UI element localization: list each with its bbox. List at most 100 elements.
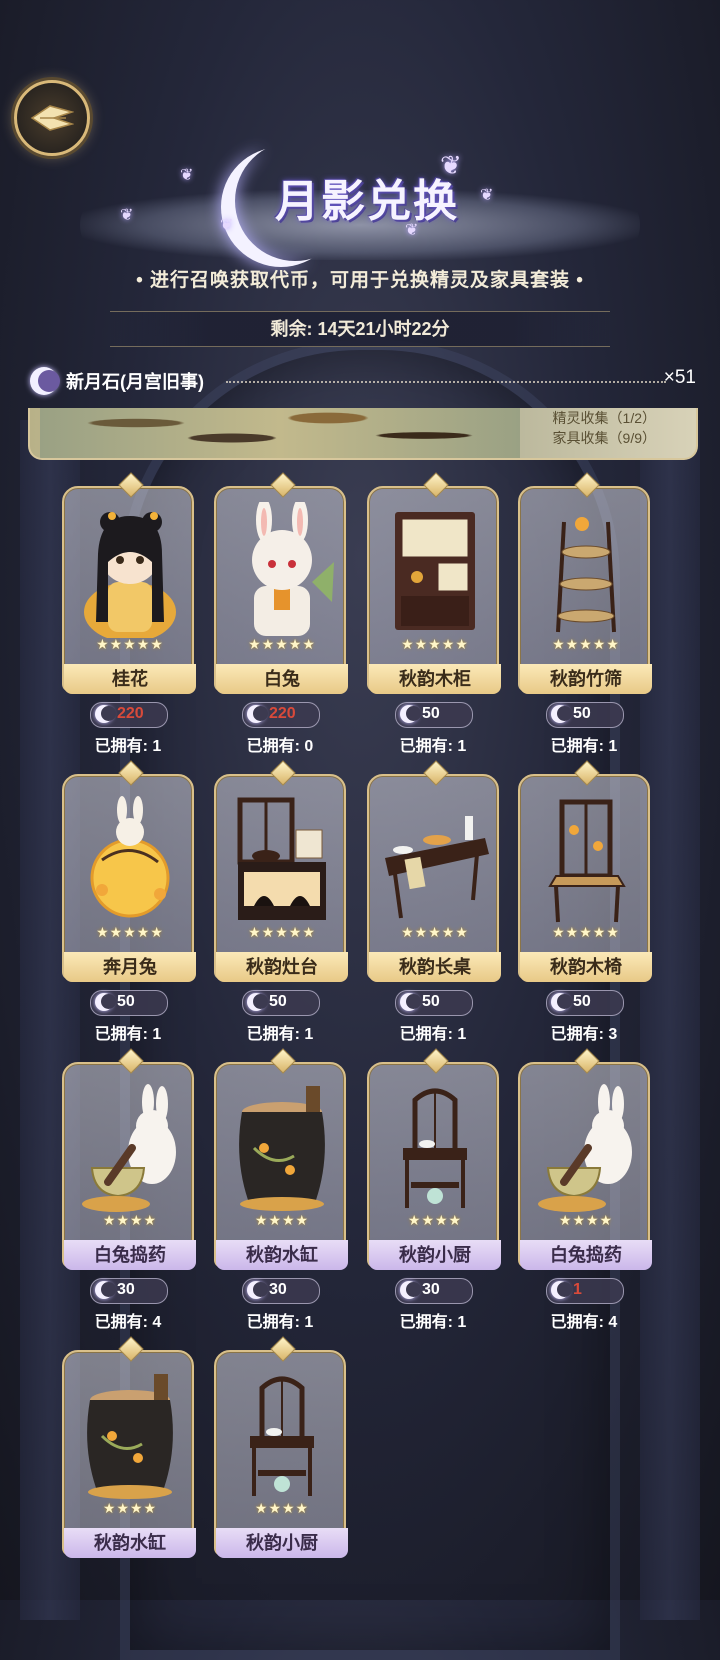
time-remaining: 剩余: 14天21小时22分 bbox=[110, 311, 610, 347]
exchange-item-card[interactable]: ★★★★ 秋韵水缸 30 已拥有: 1 bbox=[214, 1048, 348, 1332]
moon-stone-icon bbox=[551, 993, 572, 1011]
banner-scene-image bbox=[40, 408, 520, 458]
moon-stone-icon bbox=[551, 705, 572, 723]
item-name: 秋韵灶台 bbox=[216, 952, 348, 982]
price-value: 50 bbox=[269, 993, 287, 1010]
spirit-collection-progress: 精灵收集（1/2） bbox=[552, 410, 656, 426]
collection-banner[interactable]: 精灵收集（1/2） 家具收集（9/9） bbox=[28, 408, 698, 460]
owned-count: 已拥有: 1 bbox=[399, 1026, 467, 1043]
item-card-frame[interactable]: ★★★★★ 秋韵竹筛 bbox=[518, 472, 652, 694]
furniture-collection-progress: 家具收集（9/9） bbox=[552, 430, 656, 446]
exchange-item-card[interactable]: ★★★★ 秋韵水缸 bbox=[62, 1336, 196, 1620]
item-card-frame[interactable]: ★★★★ 白兔捣药 bbox=[62, 1048, 196, 1270]
price-button[interactable]: 50 bbox=[90, 990, 168, 1016]
price-button[interactable]: 50 bbox=[242, 990, 320, 1016]
item-card-frame[interactable]: ★★★★★ 秋韵木柜 bbox=[367, 472, 501, 694]
price-button[interactable]: 50 bbox=[395, 990, 473, 1016]
rabbit-mortar-icon bbox=[72, 1078, 188, 1214]
item-card-frame[interactable]: ★★★★★ 秋韵长桌 bbox=[367, 760, 501, 982]
exchange-item-card[interactable]: ★★★★★ 奔月兔 50 已拥有: 1 bbox=[62, 760, 196, 1044]
item-card-frame[interactable]: ★★★★ 秋韵水缸 bbox=[62, 1336, 196, 1558]
owned-count: 已拥有: 1 bbox=[246, 1026, 314, 1043]
owned-count: 已拥有: 1 bbox=[399, 1314, 467, 1331]
butterfly-icon: ❦ bbox=[440, 150, 462, 180]
exchange-item-card[interactable]: ★★★★★ 秋韵木椅 50 已拥有: 3 bbox=[518, 760, 652, 1044]
exchange-item-card[interactable]: ★★★★★ 白兔 220 已拥有: 0 bbox=[214, 472, 348, 756]
owned-count: 已拥有: 1 bbox=[550, 738, 618, 755]
price-button[interactable]: 30 bbox=[395, 1278, 473, 1304]
back-arrow-icon bbox=[30, 105, 74, 131]
item-card-frame[interactable]: ★★★★★ 奔月兔 bbox=[62, 760, 196, 982]
price-value: 220 bbox=[117, 705, 144, 722]
butterfly-icon: ❦ bbox=[120, 207, 134, 224]
exchange-item-card[interactable]: ★★★★★ 秋韵灶台 50 已拥有: 1 bbox=[214, 760, 348, 1044]
owned-count: 已拥有: 4 bbox=[550, 1314, 618, 1331]
exchange-item-card[interactable]: ★★★★ 白兔捣药 1 已拥有: 4 bbox=[518, 1048, 652, 1332]
rarity-stars: ★★★★★ bbox=[248, 924, 316, 940]
price-value: 30 bbox=[117, 1281, 135, 1298]
exchange-item-card[interactable]: ★★★★★ 秋韵木柜 50 已拥有: 1 bbox=[367, 472, 501, 756]
item-name: 秋韵木柜 bbox=[369, 664, 501, 694]
item-card-frame[interactable]: ★★★★ 白兔捣药 bbox=[518, 1048, 652, 1270]
new-moon-stone-icon bbox=[30, 367, 60, 395]
rarity-stars: ★★★★★ bbox=[96, 924, 164, 940]
price-button[interactable]: 220 bbox=[242, 702, 320, 728]
owned-count: 已拥有: 1 bbox=[94, 738, 162, 755]
stove-icon bbox=[224, 790, 340, 926]
exchange-item-card[interactable]: ★★★★★ 秋韵长桌 50 已拥有: 1 bbox=[367, 760, 501, 1044]
title-logo: 月影兑换 ❦ ❦ ❦ ❦ ❦ ❦ bbox=[60, 135, 660, 275]
currency-row: 新月石(月宫旧事) ×51 bbox=[26, 363, 696, 399]
owned-count: 已拥有: 0 bbox=[246, 738, 314, 755]
owned-count: 已拥有: 1 bbox=[246, 1314, 314, 1331]
moon-stone-icon bbox=[95, 993, 116, 1011]
exchange-item-card[interactable]: ★★★★ 白兔捣药 30 已拥有: 4 bbox=[62, 1048, 196, 1332]
price-button[interactable]: 1 bbox=[546, 1278, 624, 1304]
owned-count: 已拥有: 1 bbox=[94, 1026, 162, 1043]
rarity-stars: ★★★★ bbox=[102, 1500, 158, 1516]
moon-stone-icon bbox=[247, 1281, 268, 1299]
item-card-frame[interactable]: ★★★★★ 白兔 bbox=[214, 472, 348, 694]
price-button[interactable]: 50 bbox=[546, 702, 624, 728]
price-button[interactable]: 50 bbox=[395, 702, 473, 728]
rarity-stars: ★★★★ bbox=[102, 1212, 158, 1228]
price-button[interactable]: 30 bbox=[242, 1278, 320, 1304]
item-card-frame[interactable]: ★★★★★ 桂花 bbox=[62, 472, 196, 694]
long-table-icon bbox=[377, 790, 493, 926]
exchange-item-card[interactable]: ★★★★ 秋韵小厨 bbox=[214, 1336, 348, 1620]
butterfly-icon: ❦ bbox=[220, 217, 234, 234]
currency-name: 新月石(月宫旧事) bbox=[66, 372, 204, 392]
moon-stone-icon bbox=[247, 993, 268, 1011]
water-jar-icon bbox=[72, 1366, 188, 1502]
butterfly-icon: ❦ bbox=[480, 187, 494, 204]
item-name: 秋韵竹筛 bbox=[520, 664, 652, 694]
owned-count: 已拥有: 1 bbox=[399, 738, 467, 755]
exchange-item-card[interactable]: ★★★★ 秋韵小厨 30 已拥有: 1 bbox=[367, 1048, 501, 1332]
rarity-stars: ★★★★ bbox=[558, 1212, 614, 1228]
price-button[interactable]: 30 bbox=[90, 1278, 168, 1304]
moon-stone-icon bbox=[551, 1281, 572, 1299]
item-card-frame[interactable]: ★★★★ 秋韵小厨 bbox=[214, 1336, 348, 1558]
item-card-frame[interactable]: ★★★★ 秋韵小厨 bbox=[367, 1048, 501, 1270]
spirit-girl-icon bbox=[72, 502, 188, 642]
item-name: 秋韵小厨 bbox=[216, 1528, 348, 1558]
card-ornament-icon bbox=[118, 472, 144, 498]
exchange-item-card[interactable]: ★★★★★ 桂花 220 已拥有: 1 bbox=[62, 472, 196, 756]
rarity-stars: ★★★★ bbox=[407, 1212, 463, 1228]
exchange-item-card[interactable]: ★★★★★ 秋韵竹筛 50 已拥有: 1 bbox=[518, 472, 652, 756]
price-button[interactable]: 50 bbox=[546, 990, 624, 1016]
item-name: 秋韵水缸 bbox=[64, 1528, 196, 1558]
small-kitchen-icon bbox=[224, 1366, 340, 1502]
item-card-frame[interactable]: ★★★★★ 秋韵木椅 bbox=[518, 760, 652, 982]
price-button[interactable]: 220 bbox=[90, 702, 168, 728]
item-name: 白兔 bbox=[216, 664, 348, 694]
price-value: 50 bbox=[422, 705, 440, 722]
item-card-frame[interactable]: ★★★★★ 秋韵灶台 bbox=[214, 760, 348, 982]
rarity-stars: ★★★★ bbox=[254, 1212, 310, 1228]
price-value: 50 bbox=[117, 993, 135, 1010]
moon-stone-icon bbox=[95, 705, 116, 723]
small-kitchen-icon bbox=[377, 1078, 493, 1214]
chair-icon bbox=[528, 790, 644, 926]
price-value: 50 bbox=[422, 993, 440, 1010]
item-card-frame[interactable]: ★★★★ 秋韵水缸 bbox=[214, 1048, 348, 1270]
price-value: 30 bbox=[422, 1281, 440, 1298]
